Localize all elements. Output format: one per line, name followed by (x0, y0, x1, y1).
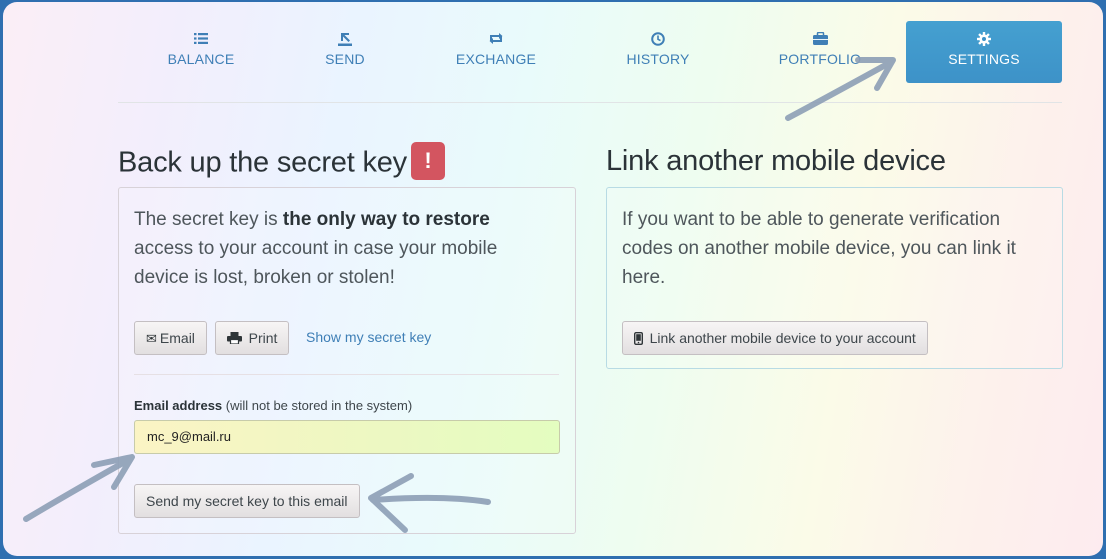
email-label: Email address (will not be stored in the… (134, 398, 413, 413)
nav-settings[interactable]: SETTINGS (906, 21, 1062, 83)
mobile-phone-icon (633, 331, 647, 346)
exchange-icon (406, 32, 586, 48)
backup-panel: The secret key is the only way to restor… (118, 187, 576, 534)
email-button[interactable]: ✉ Email (134, 321, 207, 355)
annotation-arrow-email-field (23, 454, 135, 522)
nav-label: HISTORY (626, 51, 690, 67)
nav-label: SEND (325, 51, 365, 67)
app-frame: BALANCE SEND EXCHANGE HISTORY PORTFOLIO (3, 2, 1103, 556)
nav-send[interactable]: SEND (284, 21, 406, 83)
link-device-title: Link another mobile device (606, 145, 946, 177)
nav-label: EXCHANGE (455, 51, 537, 67)
nav-label: BALANCE (167, 51, 235, 67)
email-field[interactable]: mc_9@mail.ru (134, 420, 560, 454)
backup-lead: The secret key is the only way to restor… (134, 209, 498, 288)
show-secret-key-link[interactable]: Show my secret key (306, 329, 431, 345)
nav-history[interactable]: HISTORY (586, 21, 730, 83)
main-nav: BALANCE SEND EXCHANGE HISTORY PORTFOLIO (118, 21, 1062, 83)
list-icon (118, 32, 284, 48)
annotation-arrow-settings (785, 57, 896, 121)
divider (134, 374, 559, 375)
printer-icon (227, 331, 246, 346)
nav-balance[interactable]: BALANCE (118, 21, 284, 83)
nav-divider (118, 102, 1062, 103)
send-secret-key-button[interactable]: Send my secret key to this email (134, 484, 360, 518)
backup-title: Back up the secret key! (118, 142, 445, 183)
nav-label: SETTINGS (948, 51, 1020, 67)
print-button[interactable]: Print (215, 321, 290, 355)
link-device-button[interactable]: Link another mobile device to your accou… (622, 321, 928, 355)
send-icon (284, 32, 406, 48)
envelope-icon: ✉ (146, 331, 157, 346)
backup-title-text: Back up the secret key (118, 146, 407, 179)
nav-exchange[interactable]: EXCHANGE (406, 21, 586, 83)
link-device-lead: If you want to be able to generate verif… (622, 209, 1016, 288)
link-device-panel: If you want to be able to generate verif… (606, 187, 1063, 369)
annotation-arrow-send-button (368, 473, 491, 533)
gear-icon (906, 32, 1062, 48)
backup-lead-emphasis: the only way to restore (282, 209, 490, 230)
warning-badge: ! (410, 142, 445, 180)
clock-icon (586, 32, 730, 48)
